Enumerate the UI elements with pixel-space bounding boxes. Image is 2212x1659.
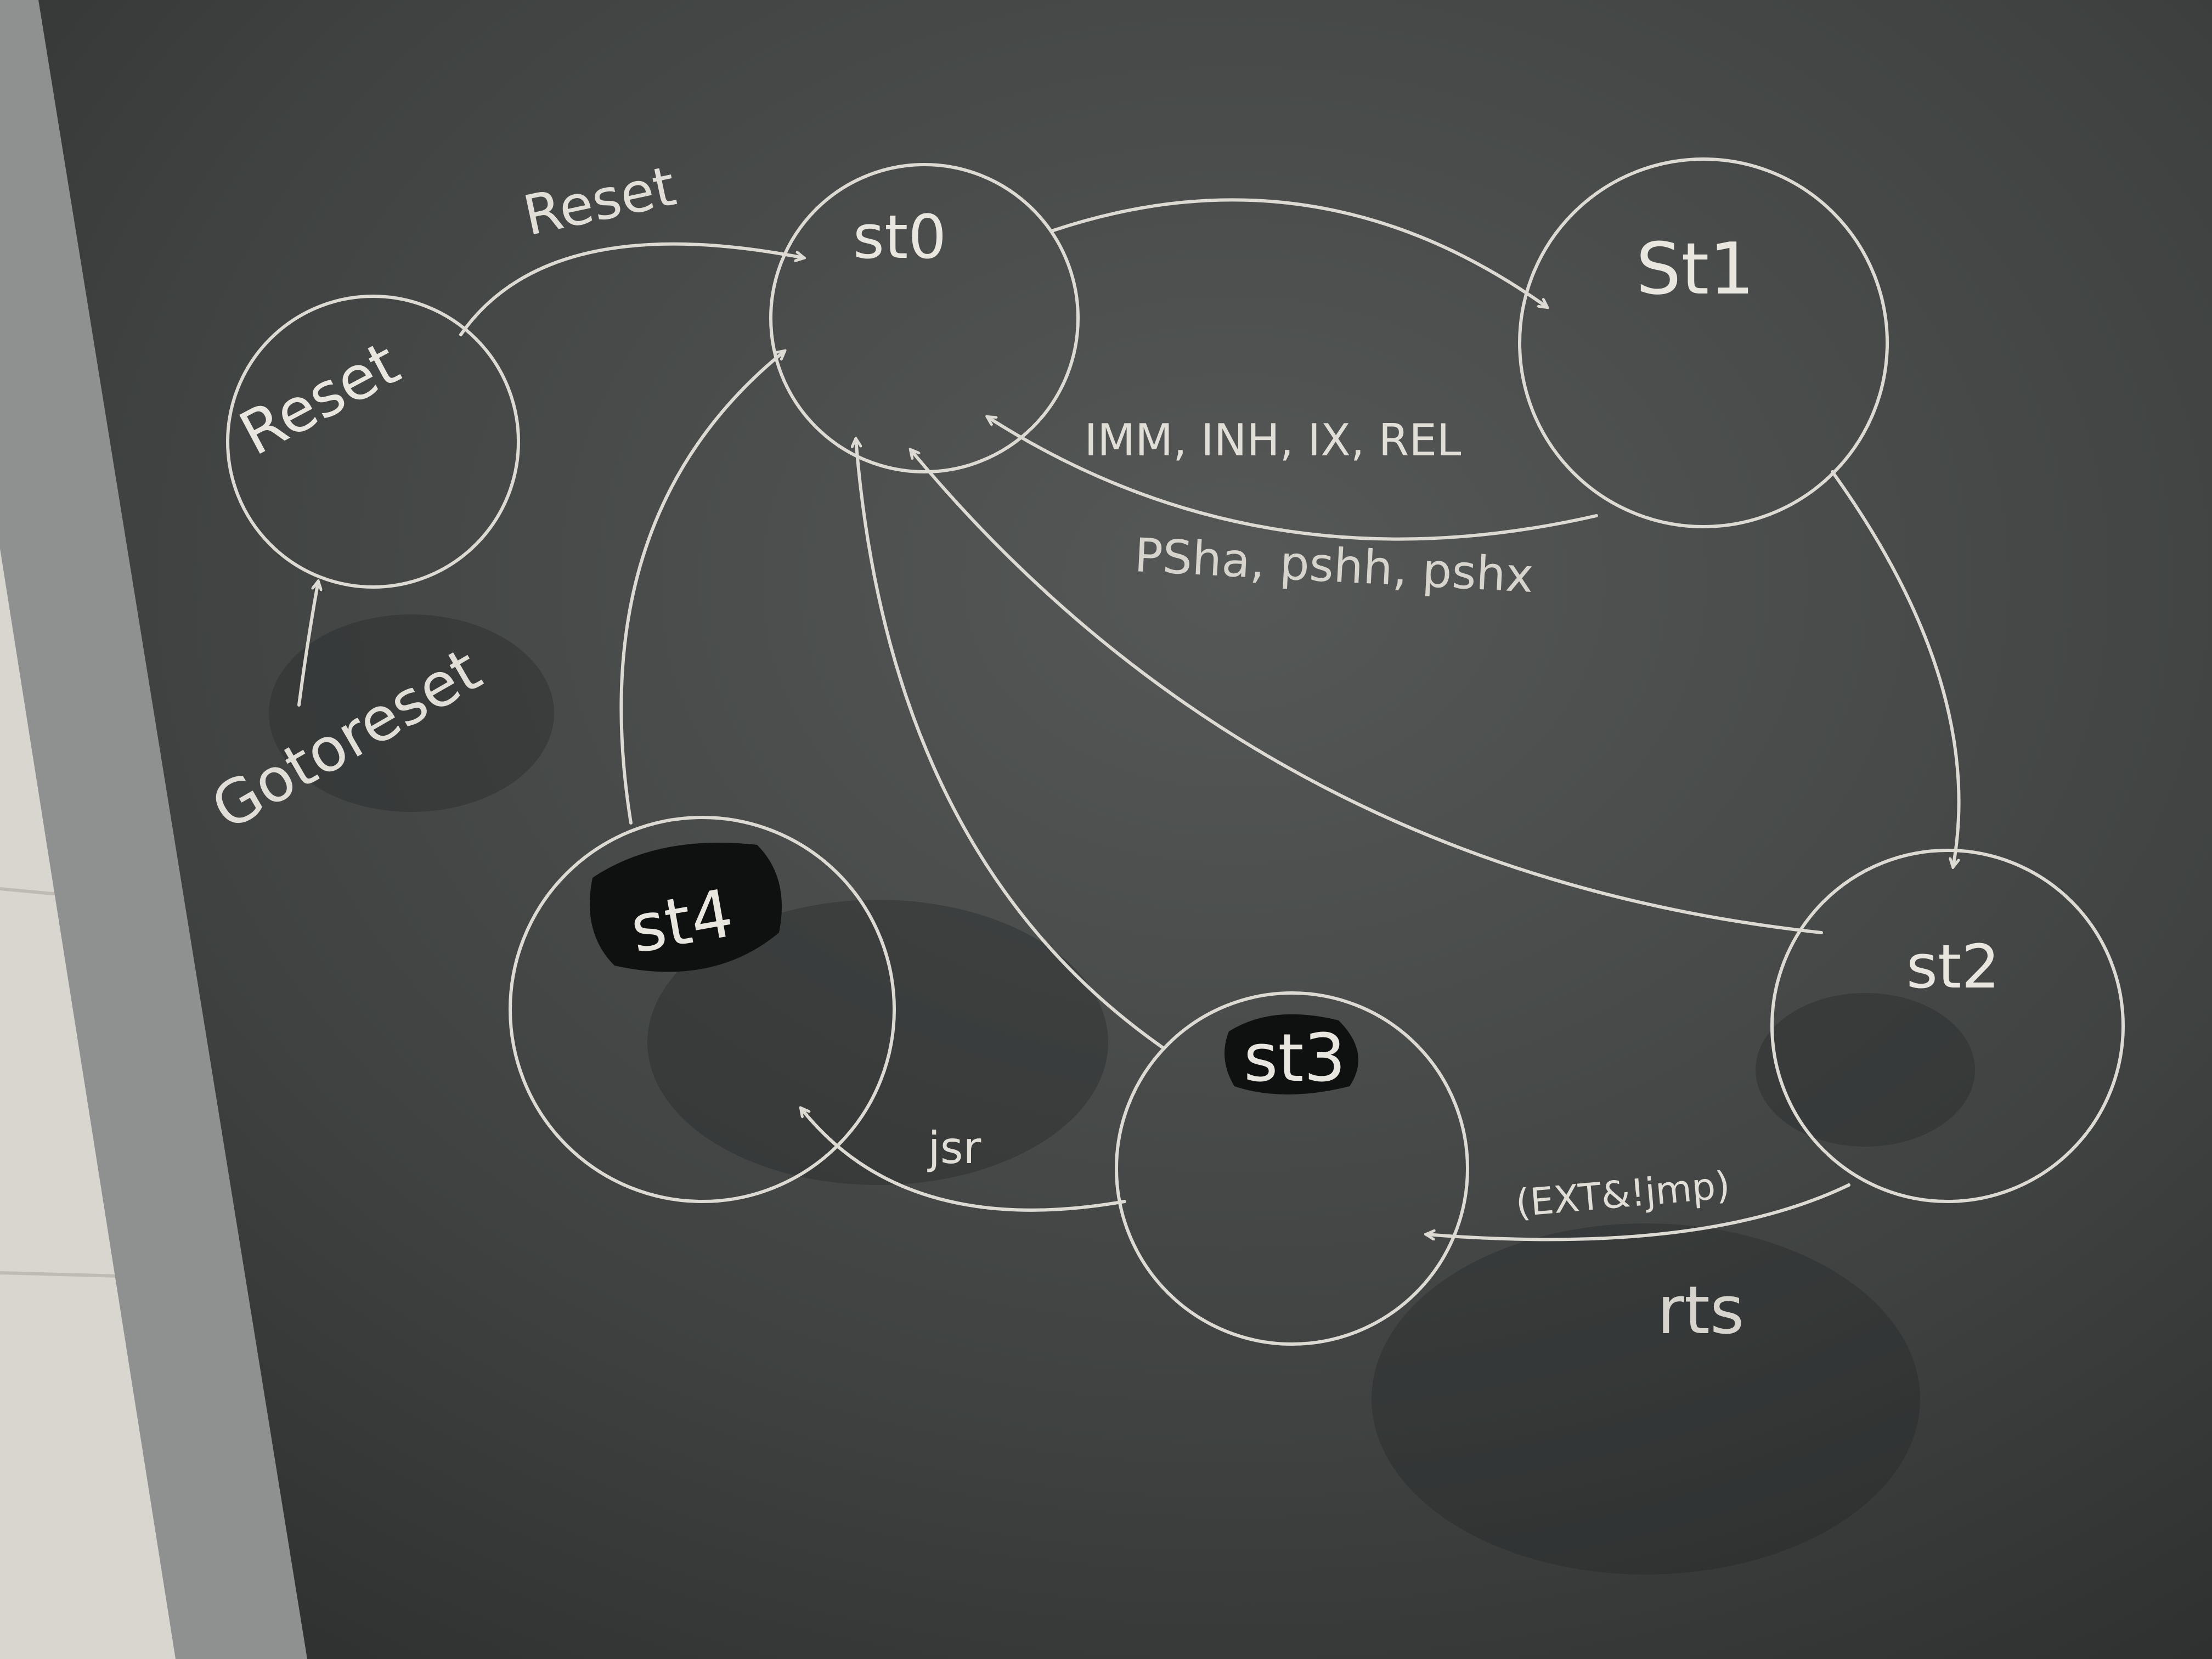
state-st1-label: St1 bbox=[1636, 227, 1754, 311]
transition-st1-to-st0-label-text: IMM, INH, IX, REL bbox=[1085, 415, 1462, 466]
transition-jsr-label: jsr bbox=[927, 1122, 981, 1173]
chalkboard-diagram: Reset st0 St1 st2 st3 st4 Gotoreset Rese… bbox=[0, 0, 2212, 1659]
state-st2-label: st2 bbox=[1906, 932, 2000, 1002]
state-st0-label: st0 bbox=[853, 202, 946, 272]
note-rts: rts bbox=[1657, 1273, 1745, 1349]
transition-st1-to-st0-label: IMM, INH, IX, REL bbox=[1085, 415, 1462, 466]
state-st3-label: st3 bbox=[1244, 1020, 1346, 1097]
